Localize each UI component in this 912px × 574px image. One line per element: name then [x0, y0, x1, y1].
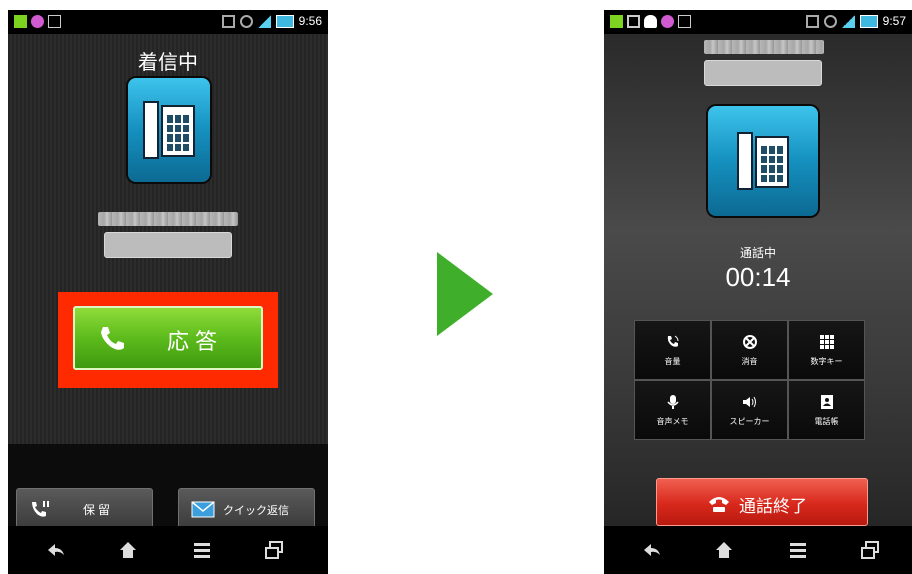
volume-icon [667, 335, 678, 347]
home-icon[interactable] [118, 540, 138, 560]
menu-icon[interactable] [788, 540, 808, 560]
image-icon [627, 15, 640, 28]
voice-memo-button[interactable]: 音声メモ [635, 381, 710, 439]
cloud-icon [644, 15, 657, 28]
volume-button[interactable]: 音量 [635, 321, 710, 379]
status-time: 9:57 [882, 14, 906, 28]
keypad-label: 数字キー [810, 356, 843, 366]
mute-icon [742, 334, 757, 349]
phonebook-label: 電話帳 [814, 416, 839, 426]
phone-handset-icon [101, 327, 124, 350]
call-controls-grid: 音量 消音 数字キー 音声メモ スピーカー 電話帳 [634, 320, 865, 440]
phone-app-icon [708, 106, 818, 216]
call-status-label: 通話中 [739, 246, 776, 260]
phonebook-icon [820, 394, 833, 409]
speaker-icon [742, 396, 756, 407]
hold-button[interactable]: 保留 [16, 488, 153, 528]
status-time: 9:56 [298, 14, 322, 28]
end-call-button[interactable]: 通話終了 [656, 478, 868, 526]
notification-icon [14, 15, 27, 28]
signal-icon [841, 15, 855, 28]
call-timer: 00:14 [725, 262, 791, 292]
call-state-title: 着信中 [138, 50, 198, 74]
volume-label: 音量 [664, 356, 681, 366]
recent-apps-icon[interactable] [860, 540, 880, 560]
phone-app-icon [128, 78, 210, 182]
phonebook-button[interactable]: 電話帳 [789, 381, 864, 439]
home-icon[interactable] [714, 540, 734, 560]
mute-label: 消音 [741, 356, 758, 366]
hang-up-icon [709, 497, 729, 512]
sim-icon [221, 15, 235, 28]
battery-icon [275, 15, 294, 28]
call-background: 通話中 00:14 音量 消音 数字キー 音声メモ スピーカー 電話帳 通話終了 [604, 34, 912, 526]
hold-label: 保留 [83, 503, 114, 517]
status-bar: 9:56 [8, 10, 328, 34]
voice-memo-label: 音声メモ [656, 416, 689, 426]
mute-button[interactable]: 消音 [712, 321, 787, 379]
caller-name-field [104, 232, 232, 258]
quick-reply-label: クイック返信 [223, 504, 289, 517]
signal-icon [257, 15, 271, 28]
vibrate-icon [678, 15, 691, 28]
vibrate-icon [48, 15, 61, 28]
transition-arrow-icon [437, 252, 493, 336]
end-call-label: 通話終了 [739, 497, 807, 517]
keypad-button[interactable]: 数字キー [789, 321, 864, 379]
caller-name-field [704, 60, 822, 86]
in-call-screen: 9:57 通話中 00:14 音量 消音 数字キー 音声メモ スピーカー 電話帳… [604, 10, 912, 574]
call-background: 着信中 応答 保留 クイック返信 [8, 34, 328, 554]
wifi-icon [239, 15, 253, 28]
menu-icon[interactable] [192, 540, 212, 560]
wifi-icon [823, 15, 837, 28]
answer-button[interactable]: 応答 [73, 306, 263, 370]
caller-number-blurred [704, 40, 824, 54]
envelope-icon [191, 501, 215, 518]
status-bar: 9:57 [604, 10, 912, 34]
recent-apps-icon[interactable] [264, 540, 284, 560]
navigation-bar [8, 526, 328, 574]
battery-icon [859, 15, 878, 28]
sim-icon [805, 15, 819, 28]
alarm-icon [661, 15, 674, 28]
caller-number-blurred [98, 212, 238, 226]
incoming-call-screen: 9:56 着信中 応答 保留 クイック返信 [8, 10, 328, 574]
speaker-button[interactable]: スピーカー [712, 381, 787, 439]
back-icon[interactable] [46, 540, 66, 560]
keypad-icon [819, 334, 834, 349]
quick-reply-button[interactable]: クイック返信 [178, 488, 315, 528]
navigation-bar [604, 526, 912, 574]
alarm-icon [31, 15, 44, 28]
voice-memo-icon [666, 394, 679, 409]
speaker-label: スピーカー [729, 416, 770, 426]
answer-label: 応答 [167, 330, 224, 355]
notification-icon [610, 15, 623, 28]
back-icon[interactable] [642, 540, 662, 560]
hold-phone-icon [32, 501, 49, 517]
